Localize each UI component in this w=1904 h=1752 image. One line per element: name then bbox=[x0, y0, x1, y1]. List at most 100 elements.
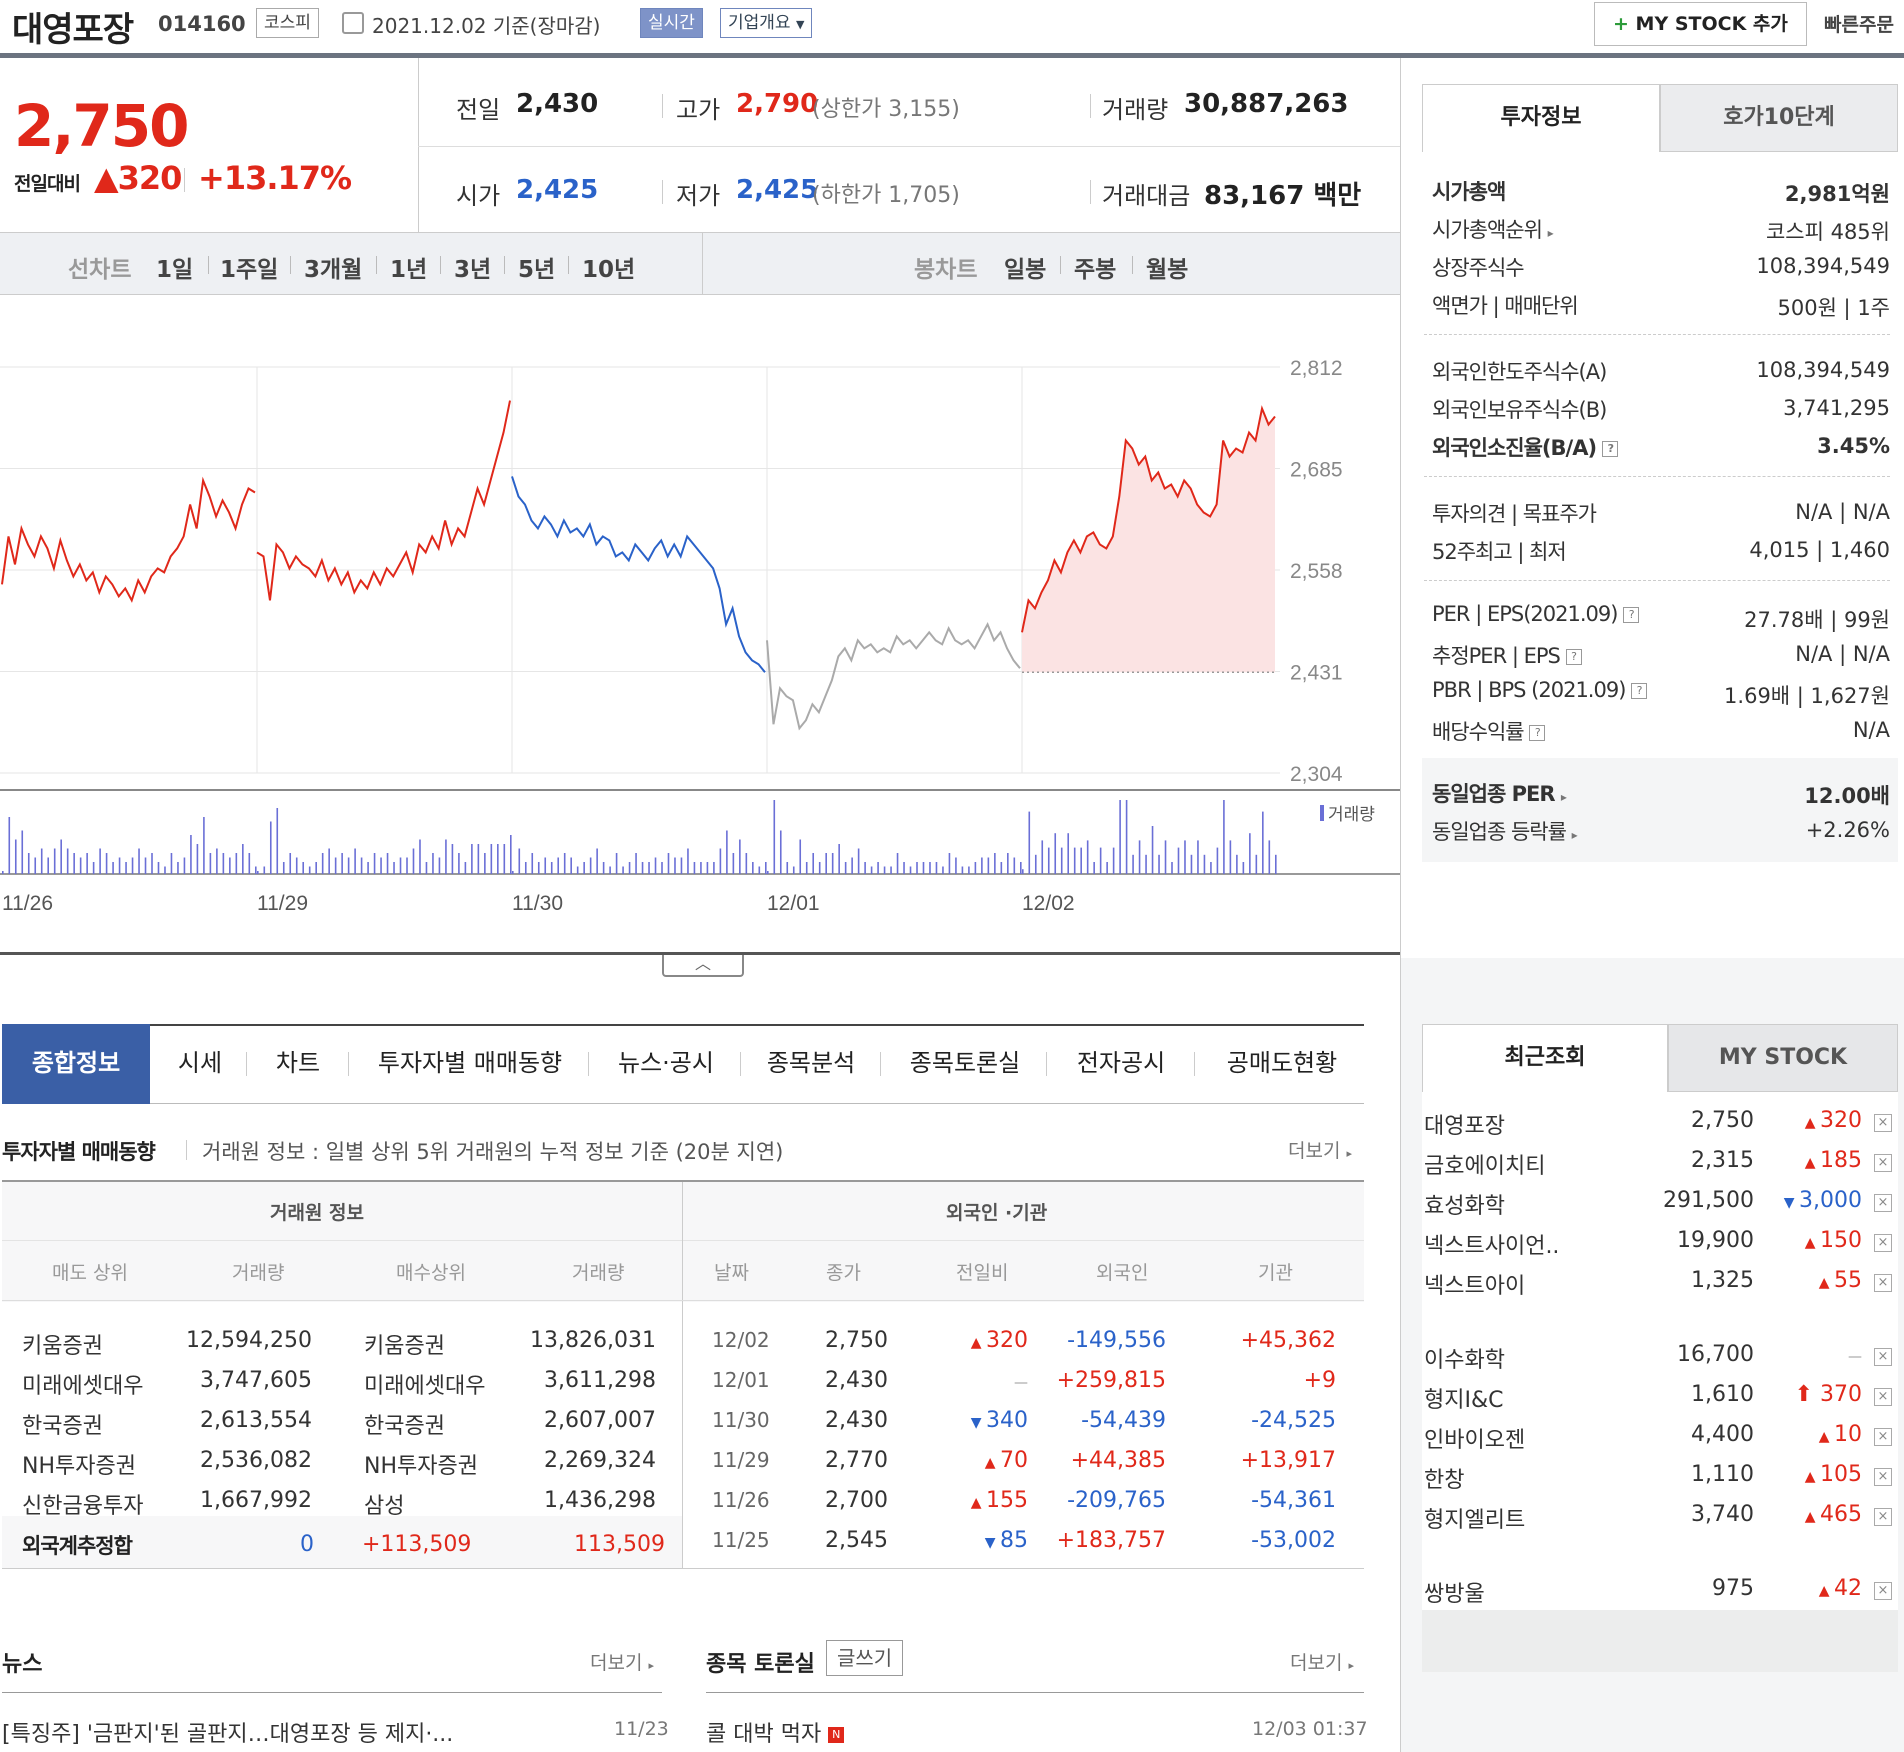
collapse-chart-button[interactable]: ︿ bbox=[662, 955, 744, 977]
candle-weekly[interactable]: 주봉 bbox=[1074, 250, 1116, 284]
realtime-button[interactable]: 실시간 bbox=[640, 8, 703, 38]
period-1d[interactable]: 1일 bbox=[156, 250, 193, 284]
volume-bar bbox=[609, 866, 611, 874]
tab-analysis[interactable]: 종목분석 bbox=[750, 1024, 872, 1104]
line-chart-label: 선차트 bbox=[68, 257, 132, 283]
remove-icon[interactable]: × bbox=[1874, 1154, 1892, 1172]
investor-more[interactable]: 더보기 ▸ bbox=[1288, 1136, 1352, 1163]
remove-icon[interactable]: × bbox=[1874, 1468, 1892, 1486]
discussion-more[interactable]: 더보기 ▸ bbox=[1290, 1648, 1354, 1675]
volume-bar bbox=[700, 862, 702, 874]
recent-stock-name[interactable]: 대영포장 bbox=[1424, 1108, 1505, 1140]
period-1w[interactable]: 1주일 bbox=[220, 250, 278, 284]
news-item[interactable]: [특징주] '금판지'된 골판지…대영포장 등 제지·... bbox=[2, 1716, 542, 1748]
help-icon[interactable]: ? bbox=[1623, 607, 1640, 623]
volume-bar bbox=[334, 857, 337, 874]
y-tick-label: 2,431 bbox=[1290, 662, 1343, 685]
sector-per-label[interactable]: 동일업종 PER ▸ bbox=[1432, 778, 1567, 808]
tab-disclosure[interactable]: 전자공시 bbox=[1056, 1024, 1186, 1104]
volume-bar bbox=[60, 839, 62, 874]
remove-icon[interactable]: × bbox=[1874, 1274, 1892, 1292]
period-10y[interactable]: 10년 bbox=[582, 250, 635, 284]
prev-value: 2,430 bbox=[516, 89, 599, 119]
period-5y[interactable]: 5년 bbox=[518, 250, 555, 284]
tab-orderbook[interactable]: 호가10단계 bbox=[1660, 84, 1898, 152]
remove-icon[interactable]: × bbox=[1874, 1348, 1892, 1366]
volume-bar bbox=[419, 839, 421, 874]
recent-stock-name[interactable]: 인바이오젠 bbox=[1424, 1422, 1525, 1454]
volume-bar bbox=[302, 862, 305, 874]
recent-stock-name[interactable]: 금호에이치티 bbox=[1424, 1148, 1545, 1180]
volume-bar bbox=[177, 862, 179, 874]
tab-quote[interactable]: 시세 bbox=[160, 1024, 240, 1104]
help-icon[interactable]: ? bbox=[1529, 725, 1546, 741]
candle-monthly[interactable]: 월봉 bbox=[1146, 250, 1188, 284]
pbr-value: 1.69배 | 1,627원 bbox=[1724, 684, 1890, 708]
remove-icon[interactable]: × bbox=[1874, 1114, 1892, 1132]
recent-stock-name[interactable]: 효성화학 bbox=[1424, 1188, 1505, 1220]
buy-volume: 2,607,007 bbox=[544, 1408, 656, 1433]
tab-summary[interactable]: 종합정보 bbox=[2, 1024, 150, 1104]
volume-bar bbox=[282, 862, 285, 874]
recent-stock-name[interactable]: 넥스트아이 bbox=[1424, 1268, 1525, 1300]
help-icon[interactable]: ? bbox=[1631, 683, 1648, 699]
market-cap-rank-label[interactable]: 시가총액순위 ▸ bbox=[1432, 214, 1554, 244]
remove-icon[interactable]: × bbox=[1874, 1508, 1892, 1526]
news-more[interactable]: 더보기 ▸ bbox=[590, 1648, 654, 1675]
remove-icon[interactable]: × bbox=[1874, 1428, 1892, 1446]
recent-stock-price: 4,400 bbox=[1691, 1422, 1754, 1447]
volume-bar bbox=[347, 857, 350, 874]
stock-name: 대영포장 bbox=[12, 10, 134, 50]
volume-chart: 거래량 11/26 11/29 11/30 12/01 12/02 bbox=[0, 789, 1400, 915]
mystock-add-button[interactable]: + MY STOCK 추가 bbox=[1594, 2, 1807, 46]
tab-discussion[interactable]: 종목토론실 bbox=[890, 1024, 1040, 1104]
tab-news[interactable]: 뉴스·공시 bbox=[596, 1024, 736, 1104]
tab-investor[interactable]: 투자자별 매매동향 bbox=[360, 1024, 580, 1104]
write-button[interactable]: 글쓰기 bbox=[826, 1640, 904, 1676]
tab-mystock[interactable]: MY STOCK bbox=[1668, 1024, 1898, 1092]
amount-label: 거래대금 bbox=[1102, 182, 1191, 210]
volume-bar bbox=[380, 857, 382, 874]
volume-bar bbox=[961, 866, 964, 874]
period-1y[interactable]: 1년 bbox=[390, 250, 427, 284]
corp-overview-dropdown[interactable]: 기업개요 ▼ bbox=[720, 8, 813, 38]
sector-change-label[interactable]: 동일업종 등락률 ▸ bbox=[1432, 816, 1578, 846]
quick-order-button[interactable]: 빠른주문 bbox=[1824, 10, 1894, 37]
row-diff-value: 155 bbox=[986, 1488, 1028, 1513]
recent-stock-name[interactable]: 쌍방울 bbox=[1424, 1576, 1485, 1608]
volume-bar bbox=[1216, 847, 1219, 874]
buy-volume: 1,436,298 bbox=[544, 1488, 656, 1513]
tab-investment-info[interactable]: 투자정보 bbox=[1422, 84, 1660, 152]
volume-bar bbox=[477, 844, 480, 874]
discussion-item[interactable]: 콜 대박 먹자 N bbox=[706, 1716, 845, 1748]
volume-bar bbox=[792, 866, 795, 874]
help-icon[interactable]: ? bbox=[1602, 441, 1619, 457]
candle-daily[interactable]: 일봉 bbox=[1004, 250, 1046, 284]
tab-recent[interactable]: 최근조회 bbox=[1422, 1024, 1668, 1092]
recent-stock-name[interactable]: 한창 bbox=[1424, 1462, 1464, 1494]
volume-bar bbox=[1164, 840, 1167, 874]
buy-broker: 미래에셋대우 bbox=[364, 1374, 486, 1399]
sector-per-text: 동일업종 PER bbox=[1432, 782, 1555, 806]
volume-bar bbox=[183, 857, 186, 874]
period-3y[interactable]: 3년 bbox=[454, 250, 491, 284]
low-limit: (하한가 1,705) bbox=[812, 183, 960, 208]
up-arrow-icon: ▲ bbox=[984, 1455, 1000, 1471]
volume-bar bbox=[732, 853, 735, 874]
volume-bar bbox=[354, 848, 356, 874]
remove-icon[interactable]: × bbox=[1874, 1582, 1892, 1600]
recent-stock-name[interactable]: 형지I&C bbox=[1424, 1382, 1504, 1414]
period-3m[interactable]: 3개월 bbox=[304, 250, 362, 284]
recent-stock-name[interactable]: 형지엘리트 bbox=[1424, 1502, 1525, 1534]
recent-stock-name[interactable]: 이수화학 bbox=[1424, 1342, 1505, 1374]
tab-short-selling[interactable]: 공매도현황 bbox=[1204, 1024, 1360, 1104]
volume-bar bbox=[497, 844, 499, 874]
remove-icon[interactable]: × bbox=[1874, 1234, 1892, 1252]
recent-stock-change-value: 10 bbox=[1834, 1422, 1862, 1447]
volume-bar bbox=[1197, 840, 1199, 874]
help-icon[interactable]: ? bbox=[1565, 649, 1582, 665]
remove-icon[interactable]: × bbox=[1874, 1388, 1892, 1406]
remove-icon[interactable]: × bbox=[1874, 1194, 1892, 1212]
tab-chart[interactable]: 차트 bbox=[254, 1024, 342, 1104]
recent-stock-name[interactable]: 넥스트사이언.. bbox=[1424, 1228, 1559, 1260]
